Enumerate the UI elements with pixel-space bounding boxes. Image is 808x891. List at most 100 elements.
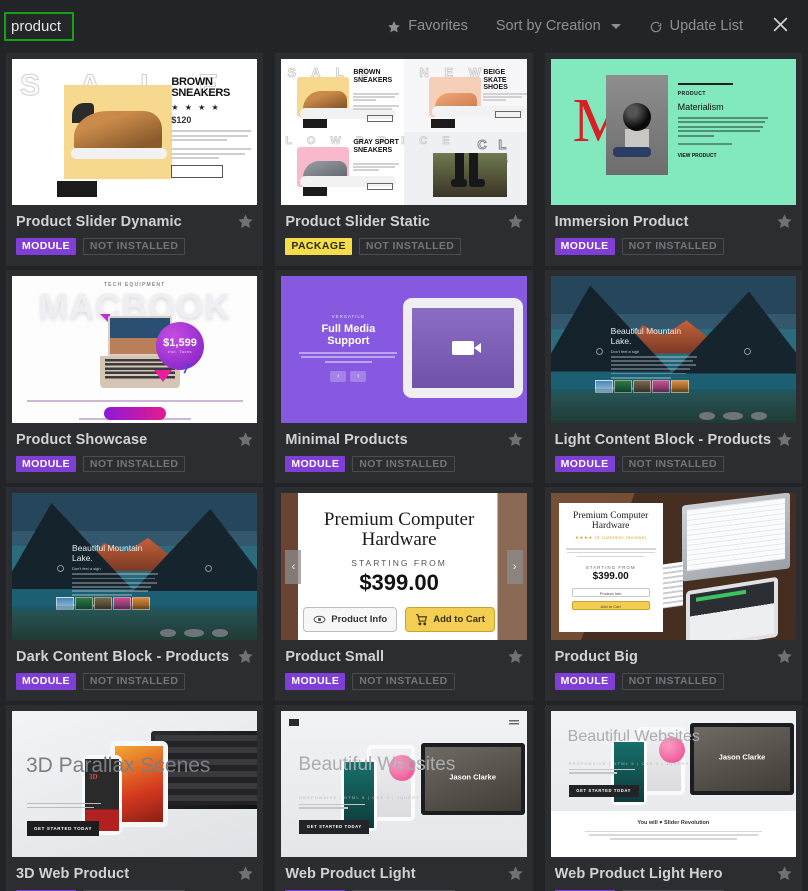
thumbnail-preview[interactable]: TECH EQUIPMENT MACBOOK $1,599 incl. Taxe… — [12, 275, 258, 423]
art-q3-heading: GRAY SPORT SNEAKERS — [353, 139, 399, 154]
thumbnail-preview[interactable]: Premium Computer Hardware STARTING FROM … — [281, 493, 527, 640]
card-title: Product Small — [285, 649, 385, 665]
art-web-light: Jason Clarke Beautiful Websites RESPONSI… — [281, 710, 527, 857]
card-title: Product Slider Static — [285, 214, 431, 230]
art-button: GET STARTED TODAY — [299, 819, 370, 834]
art-kicker: PRODUCT — [677, 91, 706, 97]
status-badge: NOT INSTALLED — [621, 455, 724, 472]
art-laptop-text: Jason Clarke — [718, 752, 766, 762]
template-card[interactable]: Beautiful Mountain Lake. Don't feel a si… — [6, 487, 264, 701]
art-price: $1,599 — [163, 337, 197, 349]
card-badges: MODULE NOT INSTALLED — [554, 455, 792, 472]
card-title: Web Product Light Hero — [554, 865, 723, 882]
favorite-star-icon[interactable] — [776, 865, 793, 882]
favorite-star-icon[interactable] — [776, 213, 793, 230]
thumbnail-preview[interactable]: 3D 3D Parallax Scenes GET STARTED TODAY — [12, 710, 258, 857]
art-price: $399.00 — [592, 571, 629, 583]
update-list-button[interactable]: Update List — [635, 19, 757, 34]
card-meta: Web Product Light Hero MODULE NOT INSTAL… — [545, 857, 802, 891]
star-icon — [387, 20, 401, 34]
card-title: Web Product Light — [285, 865, 416, 882]
art-kicker: VERSATILE — [331, 313, 366, 319]
card-title: Product Slider Dynamic — [16, 214, 182, 230]
sort-label: Sort by Creation — [495, 18, 601, 35]
art-heading: Full Media Support — [321, 322, 376, 347]
close-icon — [771, 15, 790, 39]
status-badge: NOT INSTALLED — [82, 238, 186, 255]
close-button[interactable] — [757, 15, 798, 39]
template-grid: S A L E BROWN SNEAKERS ★ ★ ★ ★ $120 Prod… — [0, 53, 808, 891]
thumbnail-preview[interactable]: S A L E BROWN SNEAKERS ★ ★ ★ ★ $120 — [12, 59, 258, 205]
favorites-button[interactable]: Favorites — [373, 19, 482, 34]
status-badge: NOT INSTALLED — [82, 673, 186, 690]
card-title: Light Content Block - Products — [554, 431, 772, 448]
card-meta: Light Content Block - Products MODULE NO… — [545, 423, 802, 484]
art-immersion-mint: M PRODUCT Materialism VIEW PRODUCT — [550, 59, 796, 205]
favorite-star-icon[interactable] — [776, 648, 793, 665]
eye-icon — [313, 615, 326, 624]
art-heading: Beautiful Websites — [567, 727, 700, 745]
card-badges: MODULE NOT INSTALLED — [16, 673, 253, 690]
art-heading: Materialism — [677, 102, 724, 112]
art-product-info-button: Product Info — [571, 588, 650, 598]
type-badge: MODULE — [285, 673, 346, 690]
art-sneakers-sale: S A L E BROWN SNEAKERS ★ ★ ★ ★ $120 — [12, 59, 257, 205]
search-input[interactable] — [4, 12, 74, 41]
template-card[interactable]: Jason Clarke Beautiful Websites RESPONSI… — [544, 704, 802, 891]
art-price: $120 — [171, 115, 192, 125]
card-badges: MODULE NOT INSTALLED — [16, 238, 253, 255]
favorite-star-icon[interactable] — [237, 213, 254, 230]
template-card[interactable]: 3D 3D Parallax Scenes GET STARTED TODAY … — [6, 704, 264, 891]
favorite-star-icon[interactable] — [507, 865, 524, 882]
art-macbook-showcase: TECH EQUIPMENT MACBOOK $1,599 incl. Taxe… — [12, 275, 258, 423]
favorite-star-icon[interactable] — [237, 648, 254, 665]
template-card[interactable]: TECH EQUIPMENT MACBOOK $1,599 incl. Taxe… — [6, 269, 264, 483]
art-laptop-text: Jason Clarke — [449, 772, 497, 782]
cart-icon — [416, 614, 428, 626]
art-heading: Beautiful Websites — [298, 753, 456, 775]
type-badge: MODULE — [16, 673, 76, 690]
art-q2-heading: BEIGE SKATE SHOES — [483, 69, 508, 91]
template-card[interactable]: Premium Computer Hardware ★★★★ (3 custom… — [544, 487, 802, 701]
art-heading: Beautiful Mountain Lake. — [72, 543, 143, 563]
video-icon — [452, 340, 482, 355]
card-badges: MODULE NOT INSTALLED — [16, 455, 253, 472]
status-badge: NOT INSTALLED — [82, 455, 186, 472]
chevron-down-icon — [610, 24, 621, 29]
template-card[interactable]: Premium Computer Hardware STARTING FROM … — [275, 487, 533, 701]
art-heading: Premium Computer Hardware — [323, 509, 475, 550]
template-card[interactable]: Jason Clarke Beautiful Websites RESPONSI… — [275, 704, 533, 891]
favorite-star-icon[interactable] — [776, 431, 793, 448]
thumbnail-preview[interactable]: Jason Clarke Beautiful Websites RESPONSI… — [550, 710, 796, 857]
art-starting: STARTING FROM — [585, 565, 636, 571]
favorite-star-icon[interactable] — [237, 431, 254, 448]
type-badge: MODULE — [285, 455, 346, 472]
art-heading: 3D Parallax Scenes — [26, 753, 211, 777]
thumbnail-preview[interactable]: Jason Clarke Beautiful Websites RESPONSI… — [281, 710, 527, 857]
favorite-star-icon[interactable] — [507, 648, 524, 665]
template-card[interactable]: S A L E BROWN SNEAKERS N E W BEIGE SKATE… — [275, 53, 533, 266]
art-button: GET STARTED TODAY — [568, 784, 639, 797]
template-card[interactable]: M PRODUCT Materialism VIEW PRODUCT Immer… — [544, 53, 802, 266]
favorite-star-icon[interactable] — [507, 213, 524, 230]
card-badges: MODULE NOT INSTALLED — [554, 238, 792, 255]
thumbnail-preview[interactable]: Beautiful Mountain Lake. Don't feel a si… — [550, 275, 796, 423]
card-title: Minimal Products — [285, 431, 408, 448]
favorite-star-icon[interactable] — [237, 865, 254, 882]
template-card[interactable]: S A L E BROWN SNEAKERS ★ ★ ★ ★ $120 Prod… — [6, 53, 264, 266]
art-web-light-hero: Jason Clarke Beautiful Websites RESPONSI… — [550, 710, 796, 857]
thumbnail-preview[interactable]: Beautiful Mountain Lake. Don't feel a si… — [12, 493, 258, 640]
thumbnail-preview[interactable]: Premium Computer Hardware ★★★★ (3 custom… — [550, 493, 796, 640]
type-badge: MODULE — [16, 455, 76, 472]
sort-dropdown[interactable]: Sort by Creation — [482, 19, 635, 34]
favorite-star-icon[interactable] — [507, 431, 524, 448]
type-badge: PACKAGE — [285, 238, 352, 255]
type-badge: MODULE — [554, 238, 615, 255]
card-meta: Web Product Light MODULE NOT INSTALLED — [275, 857, 532, 891]
thumbnail-preview[interactable]: VERSATILE Full Media Support ‹ › — [281, 275, 527, 423]
template-card[interactable]: Beautiful Mountain Lake. Don't feel a si… — [544, 269, 802, 484]
thumbnail-preview[interactable]: M PRODUCT Materialism VIEW PRODUCT — [550, 59, 796, 205]
thumbnail-preview[interactable]: S A L E BROWN SNEAKERS N E W BEIGE SKATE… — [281, 59, 527, 205]
template-card[interactable]: VERSATILE Full Media Support ‹ › Minimal… — [275, 269, 533, 483]
type-badge: MODULE — [554, 673, 615, 690]
